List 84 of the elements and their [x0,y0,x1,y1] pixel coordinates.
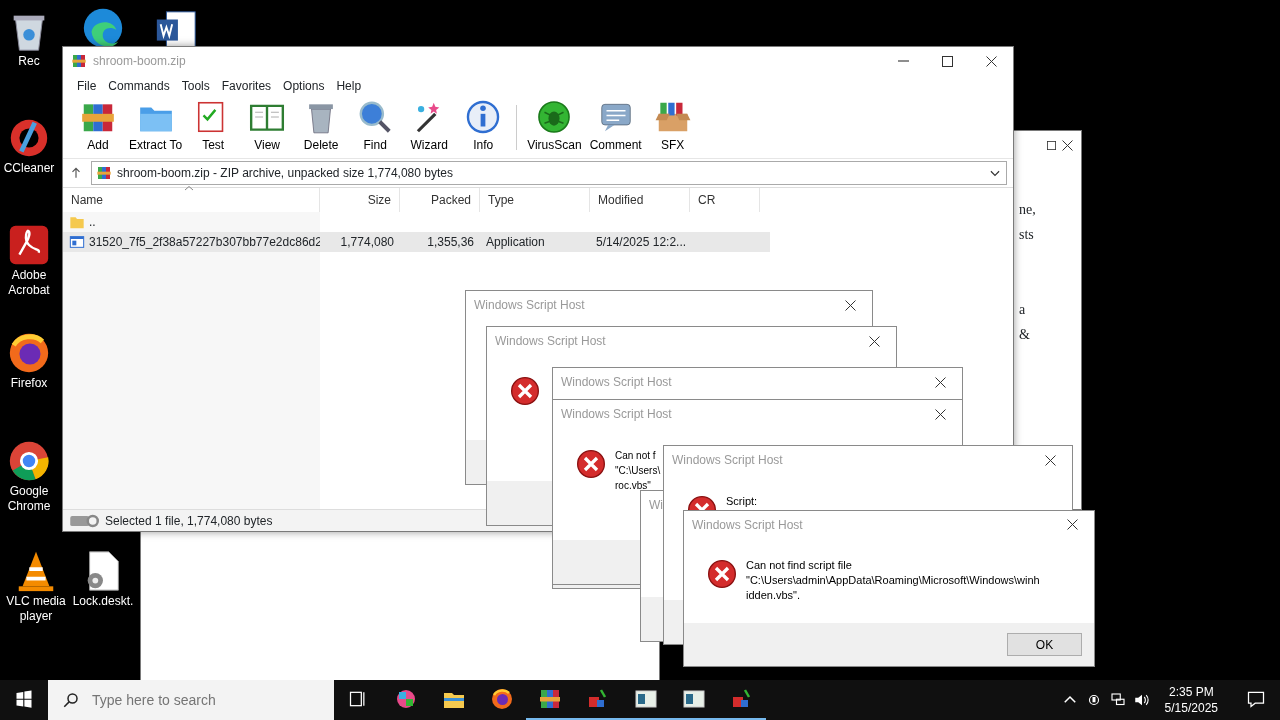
toolbar-button[interactable]: Wizard [402,99,457,156]
desktop-icon-label[interactable]: VLC media player [0,594,72,624]
dialog-title: Windows Script Host [672,452,783,469]
window-icon [634,687,658,711]
menu-item[interactable]: Options [277,77,331,95]
desktop-icon-label[interactable]: Firefox [10,376,48,391]
menu-item[interactable]: Favorites [215,77,278,95]
table-cell-text: Application [486,234,545,251]
dialog-title: Wi [649,497,663,514]
close-icon [934,408,946,420]
close-icon [844,299,856,311]
column-header[interactable]: Packed [400,188,480,212]
books-icon [71,53,87,69]
table-cell-text: 1,774,080 [340,234,394,251]
menu-item[interactable]: Help [330,77,368,95]
text-fragment: sts [1019,226,1035,244]
up-arrow-icon [69,166,83,180]
dialog-title: Windows Script Host [561,406,672,423]
error-message: Can not find script file "C:\Users\admin\AppData\Roaming\Microsoft\Windows\winh idden.vbs". [746,558,1040,604]
error-icon [509,375,541,407]
menu-item[interactable]: Tools [175,77,216,95]
file-name: .. [89,214,96,231]
path-field[interactable]: shroom-boom.zip - ZIP archive, unpacked size 1,774,080 bytes [91,161,1007,185]
close-icon [868,335,880,347]
search-field[interactable]: Type here to search [48,680,334,720]
app-icon [394,687,418,711]
books-icon [96,165,112,181]
column-header[interactable]: Type [480,188,590,212]
ok-button[interactable]: OK [1007,633,1082,657]
text-fragment: a [1019,301,1027,319]
search-input[interactable]: Type here to search [90,688,290,712]
dialog-title: Windows Script Host [692,516,803,534]
maximize-icon [1047,140,1056,150]
window-title: shroom-boom.zip [93,53,186,70]
close-icon [985,55,997,67]
error-message: Can not f "C:\Users\ roc.vbs" [615,449,661,493]
clock[interactable]: 2:35 PM 5/15/2025 [1156,684,1226,716]
desktop-icon-label[interactable]: CCleaner [3,161,55,176]
toolbar-button[interactable]: Delete [294,99,349,156]
dialog-title: Windows Script Host [561,374,672,391]
menu-item[interactable]: File [71,77,103,95]
text-fragment: & [1019,326,1031,344]
desktop-icon-label[interactable]: Rec [18,54,40,69]
column-header[interactable]: Modified [590,188,690,212]
toolbar-button[interactable]: VirusScan [523,99,586,156]
toolbar-button[interactable]: Info [456,99,511,156]
maximize-icon [941,55,953,67]
application-icon [69,234,85,250]
notification-icon [1246,689,1266,709]
desktop-icon-label[interactable]: Google Chrome [0,484,58,514]
search-icon [62,691,80,709]
close-icon [1044,454,1056,466]
minimize-icon [897,60,909,62]
desktop-icon-label[interactable]: Adobe Acrobat [0,268,58,298]
error-icon [575,448,607,480]
menu-item[interactable]: Commands [102,77,176,95]
table-cell-text: 1,355,36 [427,234,474,251]
toolbar-button[interactable]: Find [348,99,403,156]
window-icon [682,687,706,711]
status-text: Selected 1 file, 1,774,080 bytes [105,512,273,530]
toolbar-button[interactable]: Extract To [125,99,187,156]
error-icon [706,558,738,591]
toolbar-button[interactable]: View [240,99,295,156]
books-icon [538,687,562,711]
error-message: Script: [726,494,758,509]
toolbar-button[interactable]: Comment [585,99,646,156]
column-header[interactable]: Name [63,188,320,212]
column-header[interactable]: CR [690,188,760,212]
folder-icon [69,214,85,230]
toolbar-button[interactable]: SFX [645,99,700,156]
close-icon [934,376,946,388]
dialog-title: Windows Script Host [474,297,585,314]
close-icon [1062,139,1073,151]
table-cell-text: 5/14/2025 12:2... [596,234,687,251]
dialog-title: Windows Script Host [495,333,606,350]
windows-logo-icon [15,690,33,708]
file-row[interactable]: .. [63,212,770,232]
text-fragment: ne, [1019,201,1037,219]
column-header[interactable]: Size [320,188,400,212]
toolbar-button[interactable]: Add [71,99,125,156]
desktop-icon-label[interactable]: Lock.deskt. [72,594,134,609]
fox-globe-icon [490,687,514,711]
toolbar-button[interactable]: Test [186,99,241,156]
close-icon [1066,519,1078,531]
